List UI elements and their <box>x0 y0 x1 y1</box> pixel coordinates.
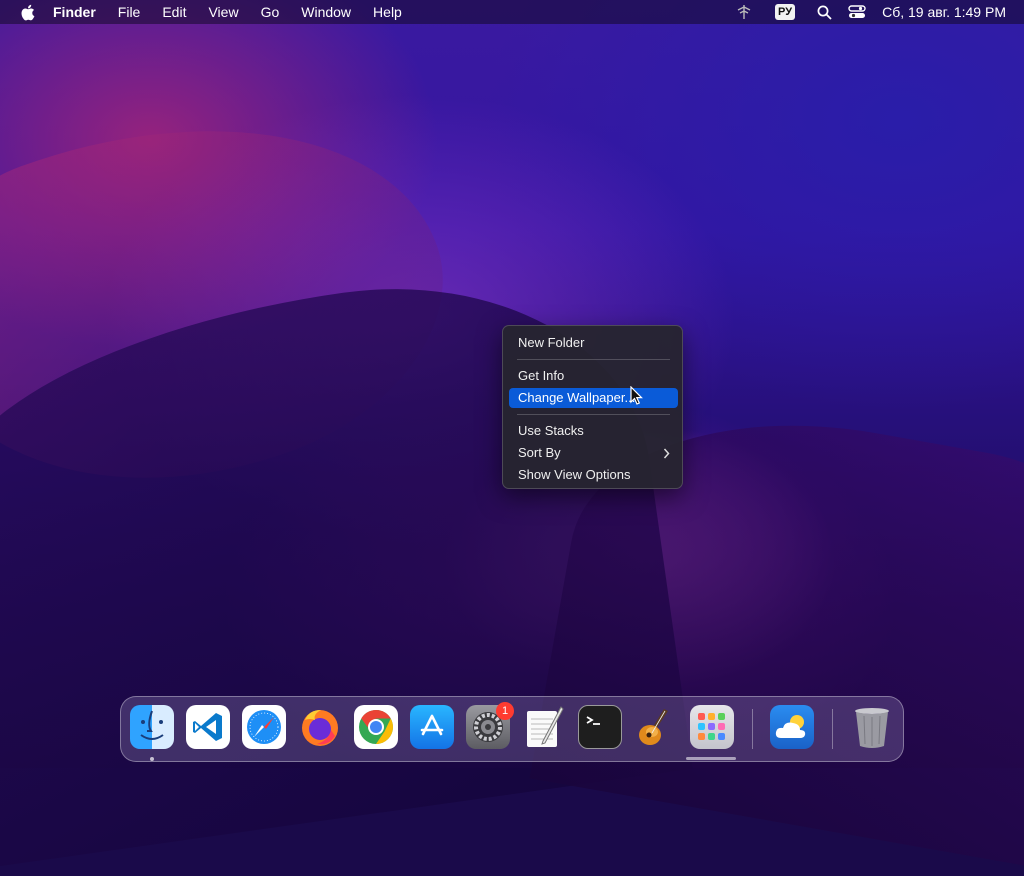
input-source-label: РУ <box>775 4 796 20</box>
menu-item-label: Sort By <box>518 445 561 460</box>
menu-item-new-folder[interactable]: New Folder <box>509 333 678 353</box>
finder-icon[interactable] <box>130 705 174 749</box>
menu-item-label: Show View Options <box>518 467 631 482</box>
terminal-icon[interactable] <box>578 705 622 749</box>
menubar-clock[interactable]: Сб, 19 авг. 1:49 PM <box>882 4 1006 20</box>
textedit-icon[interactable] <box>522 705 566 749</box>
menu-item-label: Change Wallpaper... <box>518 390 636 405</box>
launchpad-icon[interactable] <box>690 705 734 749</box>
garageband-icon[interactable] <box>634 705 678 749</box>
safari-icon[interactable] <box>242 705 286 749</box>
menu-app-name[interactable]: Finder <box>51 0 107 24</box>
running-indicator <box>150 757 154 761</box>
firefox-icon[interactable] <box>298 705 342 749</box>
menu-item-get-info[interactable]: Get Info <box>509 366 678 386</box>
chrome-icon[interactable] <box>354 705 398 749</box>
menu-item-show-view-options[interactable]: Show View Options <box>509 465 678 485</box>
menu-item-change-wallpaper[interactable]: Change Wallpaper... <box>509 388 678 408</box>
menu-item-sort-by[interactable]: Sort By <box>509 443 678 463</box>
apple-icon[interactable] <box>17 0 37 24</box>
dock-indicator <box>686 757 736 760</box>
network-icon[interactable] <box>735 0 753 24</box>
menu-bar: Finder File Edit View Go Window Help РУ … <box>0 0 1024 24</box>
input-source-indicator[interactable]: РУ <box>775 0 796 24</box>
desktop-context-menu: New Folder Get Info Change Wallpaper... … <box>502 325 683 489</box>
dock-separator <box>832 709 833 749</box>
chevron-right-icon <box>663 443 670 463</box>
app-store-icon[interactable] <box>410 705 454 749</box>
notification-badge: 1 <box>496 702 514 720</box>
menu-item-label: New Folder <box>518 335 585 350</box>
menu-item-label: Get Info <box>518 368 565 383</box>
menu-file[interactable]: File <box>107 0 152 24</box>
menu-go[interactable]: Go <box>250 0 291 24</box>
vscode-icon[interactable] <box>186 705 230 749</box>
menu-item-use-stacks[interactable]: Use Stacks <box>509 421 678 441</box>
menu-window[interactable]: Window <box>290 0 362 24</box>
mouse-pointer-icon <box>630 385 644 406</box>
control-center-icon[interactable] <box>848 0 866 24</box>
spotlight-search-icon[interactable] <box>817 0 832 24</box>
dock-separator <box>752 709 753 749</box>
menu-view[interactable]: View <box>197 0 249 24</box>
menu-edit[interactable]: Edit <box>151 0 197 24</box>
menu-help[interactable]: Help <box>362 0 413 24</box>
menu-separator <box>517 414 670 415</box>
weather-icon[interactable] <box>770 705 814 749</box>
trash-icon[interactable] <box>850 705 894 749</box>
menu-item-label: Use Stacks <box>518 423 584 438</box>
menu-separator <box>517 359 670 360</box>
